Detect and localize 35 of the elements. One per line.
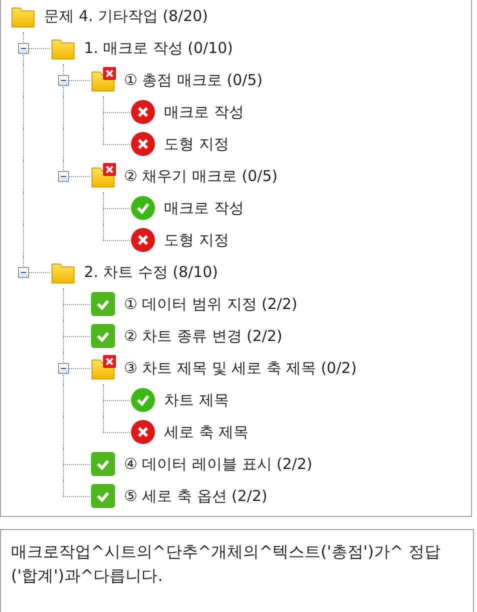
error-icon bbox=[130, 99, 156, 125]
tree-item[interactable]: ① 총점 매크로 (0/5) bbox=[124, 70, 263, 90]
check-icon bbox=[90, 483, 116, 509]
tree-item[interactable]: 1. 매크로 작성 (0/10) bbox=[84, 38, 234, 58]
tree-item[interactable]: ① 데이터 범위 지정 (2/2) bbox=[124, 294, 298, 314]
collapse-toggle[interactable] bbox=[58, 171, 69, 182]
tree-item[interactable]: ② 차트 종류 변경 (2/2) bbox=[124, 326, 282, 346]
check-icon bbox=[90, 323, 116, 349]
success-icon bbox=[130, 195, 156, 221]
tree-item[interactable]: 문제 4. 기타작업 (8/20) bbox=[44, 6, 208, 26]
tree-item[interactable]: 차트 제목 bbox=[164, 390, 229, 410]
collapse-toggle[interactable] bbox=[58, 363, 69, 374]
tree-item[interactable]: 매크로 작성 bbox=[164, 198, 244, 218]
collapse-toggle[interactable] bbox=[18, 43, 29, 54]
error-icon bbox=[130, 131, 156, 157]
folder-error-icon bbox=[90, 163, 116, 189]
error-icon bbox=[130, 227, 156, 253]
tree-item[interactable]: ④ 데이터 레이블 표시 (2/2) bbox=[124, 454, 312, 474]
tree-item[interactable]: 도형 지정 bbox=[164, 134, 229, 154]
tree-item[interactable]: 세로 축 제목 bbox=[164, 422, 249, 442]
success-icon bbox=[130, 387, 156, 413]
message-text: 매크로작업^시트의^단추^개체의^텍스트('총점')가^ 정답('합계')과^다릅니다. bbox=[11, 541, 442, 587]
tree-item[interactable]: ⑤ 세로 축 옵션 (2/2) bbox=[124, 486, 268, 506]
tree-item[interactable]: 도형 지정 bbox=[164, 230, 229, 250]
check-icon bbox=[90, 451, 116, 477]
check-icon bbox=[90, 291, 116, 317]
collapse-toggle[interactable] bbox=[58, 75, 69, 86]
collapse-toggle[interactable] bbox=[18, 267, 29, 278]
error-icon bbox=[130, 419, 156, 445]
folder-error-icon bbox=[90, 355, 116, 381]
folder-error-icon bbox=[90, 67, 116, 93]
tree-item[interactable]: ② 채우기 매크로 (0/5) bbox=[124, 166, 278, 186]
tree-item[interactable]: 매크로 작성 bbox=[164, 102, 244, 122]
tree-item[interactable]: ③ 차트 제목 및 세로 축 제목 (0/2) bbox=[124, 358, 357, 378]
tree-item[interactable]: 2. 차트 수정 (8/10) bbox=[84, 262, 218, 282]
